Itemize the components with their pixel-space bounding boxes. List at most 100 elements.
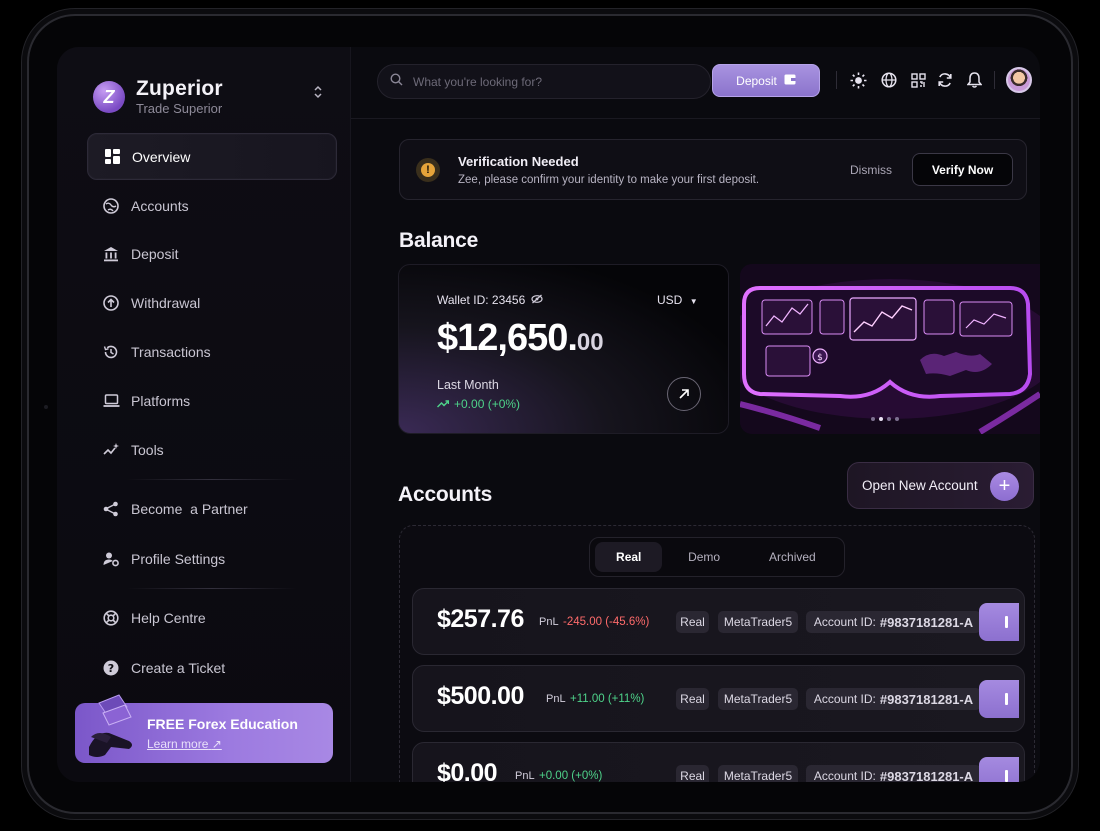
- carousel-dots[interactable]: [871, 417, 899, 421]
- grid-icon: [103, 148, 121, 166]
- tab-demo[interactable]: Demo: [662, 542, 745, 572]
- balance-amount: $12,650.00: [437, 317, 604, 359]
- search-bar[interactable]: [377, 64, 711, 99]
- sidebar-item-profile-settings[interactable]: Profile Settings: [87, 535, 337, 582]
- currency-select[interactable]: USD ▼: [657, 293, 698, 307]
- qr-code-icon[interactable]: [908, 70, 928, 90]
- search-input[interactable]: [413, 74, 683, 89]
- brand[interactable]: Z Zuperior Trade Superior: [93, 77, 223, 117]
- brand-tagline: Trade Superior: [136, 101, 223, 116]
- sidebar-item-help-centre[interactable]: Help Centre: [87, 594, 337, 641]
- carousel-dot[interactable]: [895, 417, 899, 421]
- account-action-button[interactable]: [979, 603, 1019, 641]
- sidebar-item-label: Tools: [131, 441, 164, 458]
- tablet-camera: [44, 405, 48, 409]
- laptop-icon: [102, 392, 120, 410]
- sidebar-item-deposit[interactable]: Deposit: [87, 230, 337, 277]
- sidebar-item-label: Help Centre: [131, 609, 206, 626]
- sidebar-item-platforms[interactable]: Platforms: [87, 377, 337, 424]
- promo-title: FREE Forex Education: [147, 716, 298, 732]
- trend-up-icon: [436, 397, 450, 411]
- avatar[interactable]: [1006, 67, 1032, 93]
- globe-icon[interactable]: [879, 70, 899, 90]
- verification-title: Verification Needed: [458, 154, 579, 169]
- eye-off-icon[interactable]: [531, 293, 543, 307]
- sidebar-item-label: Create a Ticket: [131, 659, 226, 676]
- chevron-up-down-icon[interactable]: [313, 85, 323, 99]
- sidebar-item-transactions[interactable]: Transactions: [87, 328, 337, 375]
- sidebar-item-label: Overview: [132, 148, 191, 165]
- carousel-dot-active[interactable]: [879, 417, 883, 421]
- sidebar-item-overview[interactable]: Overview: [87, 133, 337, 180]
- sidebar-item-label: Deposit: [131, 245, 179, 262]
- account-id: Account ID: #9837181281-A: [806, 611, 981, 633]
- period-label: Last Month: [437, 378, 499, 392]
- question-circle-icon: ?: [102, 659, 120, 677]
- sidebar-item-create-ticket[interactable]: ? Create a Ticket: [87, 644, 337, 691]
- account-row[interactable]: $500.00 PnL +11.00 (+11%) Real MetaTrade…: [412, 665, 1025, 732]
- sidebar-divider: [127, 479, 297, 480]
- account-row[interactable]: $0.00 PnL +0.00 (+0%) Real MetaTrader5 A…: [412, 742, 1025, 782]
- platform-badge: MetaTrader5: [718, 688, 798, 710]
- share-icon: [102, 500, 120, 518]
- carousel-dot[interactable]: [871, 417, 875, 421]
- sidebar-item-label: Transactions: [131, 343, 211, 360]
- platform-badge: MetaTrader5: [718, 765, 798, 782]
- account-type-badge: Real: [676, 688, 709, 710]
- pnl-value: +0.00 (+0%): [539, 770, 603, 782]
- bell-icon[interactable]: [964, 70, 984, 90]
- deposit-button[interactable]: Deposit: [712, 64, 820, 97]
- sidebar-item-accounts[interactable]: Accounts: [87, 182, 337, 229]
- sidebar-item-partner[interactable]: Become a Partner: [87, 485, 337, 532]
- tab-archived[interactable]: Archived: [746, 542, 839, 572]
- dismiss-button[interactable]: Dismiss: [850, 163, 892, 177]
- sun-icon[interactable]: [848, 70, 868, 90]
- refresh-icon[interactable]: [935, 70, 955, 90]
- account-id: Account ID: #9837181281-A: [806, 688, 981, 710]
- lifebuoy-icon: [102, 609, 120, 627]
- caret-down-icon: ▼: [689, 297, 698, 306]
- pnl-label: PnL: [515, 770, 535, 782]
- topbar: Deposit: [351, 47, 1040, 119]
- brand-logo: Z: [93, 81, 125, 113]
- verify-now-button[interactable]: Verify Now: [912, 153, 1013, 186]
- account-type-badge: Real: [676, 611, 709, 633]
- svg-text:$: $: [817, 353, 823, 363]
- pnl-value: +11.00 (+11%): [570, 693, 645, 705]
- svg-text:?: ?: [108, 662, 114, 675]
- sidebar-item-tools[interactable]: Tools: [87, 426, 337, 473]
- pnl-label: PnL: [539, 616, 559, 628]
- pnl-label: PnL: [546, 693, 566, 705]
- account-action-button[interactable]: [979, 757, 1019, 782]
- user-gear-icon: [102, 550, 120, 568]
- account-action-button[interactable]: [979, 680, 1019, 718]
- account-balance: $500.00: [437, 682, 524, 710]
- sidebar-item-label: Become a Partner: [131, 500, 248, 517]
- account-row[interactable]: $257.76 PnL -245.00 (-45.6%) Real MetaTr…: [412, 588, 1025, 655]
- account-type-tabs: Real Demo Archived: [589, 537, 845, 577]
- sidebar-item-label: Accounts: [131, 197, 189, 214]
- promo-learn-more-link[interactable]: Learn more ↗: [147, 737, 222, 751]
- vr-headset-banner[interactable]: $: [740, 264, 1040, 434]
- platform-badge: MetaTrader5: [718, 611, 798, 633]
- accounts-section-title: Accounts: [398, 483, 493, 506]
- carousel-dot[interactable]: [887, 417, 891, 421]
- warning-icon: !: [416, 158, 440, 182]
- open-new-account-button[interactable]: Open New Account +: [847, 462, 1034, 509]
- main-content: ! Verification Needed Zee, please confir…: [351, 119, 1040, 782]
- sidebar-item-label: Profile Settings: [131, 550, 226, 567]
- tab-real[interactable]: Real: [595, 542, 663, 572]
- wallet-icon: [784, 74, 796, 88]
- account-balance: $257.76: [437, 605, 524, 633]
- tools-sparkle-icon: [102, 441, 120, 459]
- bank-icon: [102, 245, 120, 263]
- balance-cents: 00: [576, 329, 604, 356]
- sidebar-item-withdrawal[interactable]: Withdrawal: [87, 279, 337, 326]
- account-id: Account ID: #9837181281-A: [806, 765, 981, 782]
- sidebar-divider: [127, 588, 297, 589]
- hand-coins-illustration: [85, 693, 143, 763]
- sidebar-item-label: Withdrawal: [131, 294, 201, 311]
- arrow-up-right-button[interactable]: [667, 377, 701, 411]
- forex-education-promo[interactable]: FREE Forex Education Learn more ↗: [75, 694, 333, 763]
- globe-accounts-icon: [102, 197, 120, 215]
